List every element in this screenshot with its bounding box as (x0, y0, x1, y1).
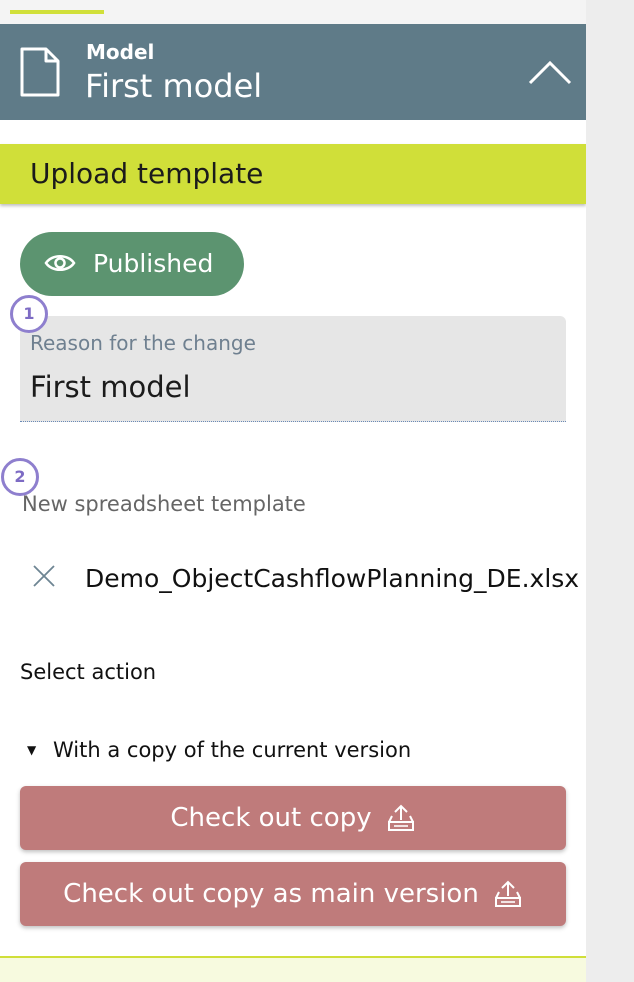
upload-template-title: Upload template (30, 157, 264, 190)
document-icon (20, 47, 60, 97)
upload-tray-icon (387, 804, 414, 831)
model-title: First model (85, 67, 263, 105)
previous-section-strip (0, 0, 586, 24)
caret-down-icon[interactable]: ▼ (27, 743, 36, 757)
model-kicker: Model (86, 40, 155, 64)
next-section-strip (0, 956, 586, 982)
spreadsheet-template-label: New spreadsheet template (22, 492, 306, 516)
status-label: Published (93, 249, 214, 278)
check-out-main-version-button[interactable]: Check out copy as main version (20, 862, 566, 926)
step-marker-1: 1 (10, 295, 48, 333)
copy-option-toggle[interactable]: With a copy of the current version (53, 736, 411, 764)
reason-field[interactable]: Reason for the change First model (20, 316, 566, 422)
status-badge[interactable]: Published (20, 232, 244, 296)
model-panel: Model First model Upload template Publis… (0, 0, 586, 982)
file-name: Demo_ObjectCashflowPlanning_DE.xlsx (85, 564, 580, 593)
scrollbar-track[interactable] (586, 0, 634, 982)
check-out-copy-button[interactable]: Check out copy (20, 786, 566, 850)
chevron-up-icon[interactable] (528, 58, 572, 86)
check-out-main-version-label: Check out copy as main version (63, 879, 479, 909)
upload-tray-icon (494, 880, 521, 907)
check-out-copy-label: Check out copy (170, 803, 372, 833)
accent-line (10, 10, 104, 14)
model-header[interactable]: Model First model (0, 24, 586, 120)
select-action-label: Select action (20, 660, 157, 684)
eye-icon (44, 255, 76, 271)
reason-label: Reason for the change (30, 331, 256, 355)
close-icon[interactable] (32, 564, 56, 588)
upload-template-heading: Upload template (0, 144, 586, 204)
reason-input-value[interactable]: First model (30, 368, 191, 406)
